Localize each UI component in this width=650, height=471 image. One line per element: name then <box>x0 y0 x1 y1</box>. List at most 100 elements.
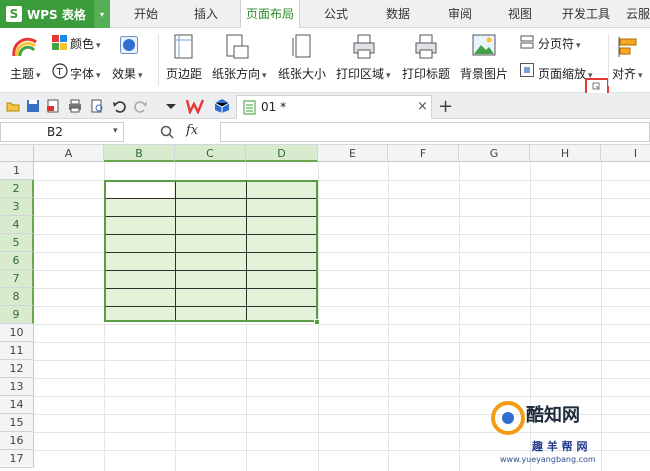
row-header-14[interactable]: 14 <box>0 396 34 414</box>
row-header-11[interactable]: 11 <box>0 342 34 360</box>
theme-button[interactable]: 主题 <box>10 65 41 82</box>
font-button[interactable]: 字体 <box>70 65 101 82</box>
row-header-15[interactable]: 15 <box>0 414 34 432</box>
watermark-brand: 酷知网 <box>526 405 580 426</box>
dialog-launcher-icon <box>592 82 600 90</box>
formula-input[interactable] <box>220 122 650 142</box>
cell-border <box>106 306 316 307</box>
print-preview-icon[interactable] <box>90 99 104 113</box>
margins-button[interactable]: 页边距 <box>166 65 202 82</box>
wps-logo-icon: S <box>6 6 22 22</box>
tab-formulas[interactable]: 公式 <box>314 0 358 28</box>
cell-border <box>175 182 176 320</box>
effects-icon[interactable] <box>120 36 138 54</box>
align-button[interactable]: 对齐 <box>612 65 643 82</box>
font-icon[interactable]: T <box>52 63 68 79</box>
column-header-e[interactable]: E <box>318 145 388 162</box>
row-header-5[interactable]: 5 <box>0 234 34 252</box>
print-area-button[interactable]: 打印区域 <box>336 65 391 82</box>
row-header-16[interactable]: 16 <box>0 432 34 450</box>
row-header-13[interactable]: 13 <box>0 378 34 396</box>
print-icon[interactable] <box>68 99 82 113</box>
orientation-button[interactable]: 纸张方向 <box>212 65 267 82</box>
row-header-7[interactable]: 7 <box>0 270 34 288</box>
name-box[interactable]: B2 ▾ <box>0 122 124 142</box>
paper-size-button[interactable]: 纸张大小 <box>278 65 326 82</box>
column-header-g[interactable]: G <box>459 145 530 162</box>
page-break-button[interactable]: 分页符 <box>538 35 581 52</box>
wps-brand-icon[interactable] <box>186 98 204 114</box>
margins-icon[interactable] <box>174 34 194 60</box>
undo-icon[interactable] <box>112 99 126 113</box>
column-header-d[interactable]: D <box>246 145 318 162</box>
row-header-6[interactable]: 6 <box>0 252 34 270</box>
cube-icon[interactable] <box>214 98 230 114</box>
document-tab[interactable]: 01 * × <box>236 95 432 119</box>
row-header-10[interactable]: 10 <box>0 324 34 342</box>
new-tab-icon[interactable]: + <box>438 96 453 117</box>
tab-view[interactable]: 视图 <box>498 0 542 28</box>
paper-size-icon[interactable] <box>292 34 312 60</box>
effects-button[interactable]: 效果 <box>112 65 143 82</box>
row-header-8[interactable]: 8 <box>0 288 34 306</box>
active-cell-b2[interactable] <box>106 182 174 198</box>
app-menu-button[interactable]: S WPS 表格 ▾ <box>0 0 110 28</box>
select-all-corner[interactable] <box>0 145 34 162</box>
app-name: WPS 表格 <box>27 7 86 22</box>
align-icon[interactable] <box>618 36 640 58</box>
grid-line <box>601 162 602 471</box>
cell-border <box>106 270 316 271</box>
tab-review[interactable]: 审阅 <box>438 0 482 28</box>
redo-icon[interactable] <box>134 99 148 113</box>
tab-data[interactable]: 数据 <box>376 0 420 28</box>
orientation-icon[interactable] <box>226 34 250 60</box>
save-icon[interactable] <box>26 99 40 113</box>
page-break-icon[interactable] <box>520 35 534 49</box>
fill-handle[interactable] <box>314 319 320 325</box>
grid-line <box>34 360 650 361</box>
print-area-icon[interactable] <box>352 34 378 60</box>
customize-dropdown-icon[interactable] <box>164 99 178 113</box>
close-tab-icon[interactable]: × <box>417 99 428 114</box>
watermark-url: www.yueyangbang.com <box>500 455 596 464</box>
grid-line <box>388 162 389 471</box>
zoom-search-icon[interactable] <box>160 125 174 139</box>
menu-bar: S WPS 表格 ▾ 开始 插入 页面布局 公式 数据 审阅 视图 开发工具 云… <box>0 0 650 29</box>
tab-home[interactable]: 开始 <box>124 0 168 28</box>
grid-line <box>34 378 650 379</box>
column-header-f[interactable]: F <box>388 145 459 162</box>
insert-function-button[interactable]: fx <box>186 123 198 138</box>
colors-icon[interactable] <box>52 35 68 51</box>
column-header-b[interactable]: B <box>104 145 175 162</box>
colors-button[interactable]: 颜色 <box>70 35 101 52</box>
row-header-2[interactable]: 2 <box>0 180 34 198</box>
column-header-a[interactable]: A <box>34 145 104 162</box>
watermark-logo-icon <box>491 401 525 435</box>
spreadsheet-grid[interactable]: A B C D E F G H I 1 2 3 4 5 6 7 8 9 10 1… <box>0 145 650 471</box>
theme-icon[interactable] <box>12 34 38 58</box>
row-header-12[interactable]: 12 <box>0 360 34 378</box>
row-header-17[interactable]: 17 <box>0 450 34 468</box>
background-image-button[interactable]: 背景图片 <box>460 65 508 82</box>
column-header-c[interactable]: C <box>175 145 246 162</box>
row-header-4[interactable]: 4 <box>0 216 34 234</box>
print-titles-icon[interactable] <box>414 34 440 60</box>
tab-developer[interactable]: 开发工具 <box>556 0 616 28</box>
print-titles-button[interactable]: 打印标题 <box>402 65 450 82</box>
tab-cloud[interactable]: 云服 <box>626 0 650 28</box>
export-pdf-icon[interactable] <box>46 99 60 113</box>
column-header-i[interactable]: I <box>601 145 650 162</box>
grid-line <box>34 342 650 343</box>
background-image-icon[interactable] <box>472 34 496 58</box>
tab-insert[interactable]: 插入 <box>184 0 228 28</box>
app-menu-arrow-icon[interactable]: ▾ <box>94 0 110 28</box>
tab-page-layout[interactable]: 页面布局 <box>240 0 300 29</box>
folder-open-icon[interactable] <box>6 99 20 113</box>
name-box-dropdown-icon[interactable]: ▾ <box>113 126 118 136</box>
column-header-h[interactable]: H <box>530 145 601 162</box>
row-header-1[interactable]: 1 <box>0 162 34 180</box>
row-header-9[interactable]: 9 <box>0 306 34 324</box>
row-header-3[interactable]: 3 <box>0 198 34 216</box>
page-scale-icon[interactable] <box>520 63 534 77</box>
selected-range[interactable] <box>104 180 318 322</box>
